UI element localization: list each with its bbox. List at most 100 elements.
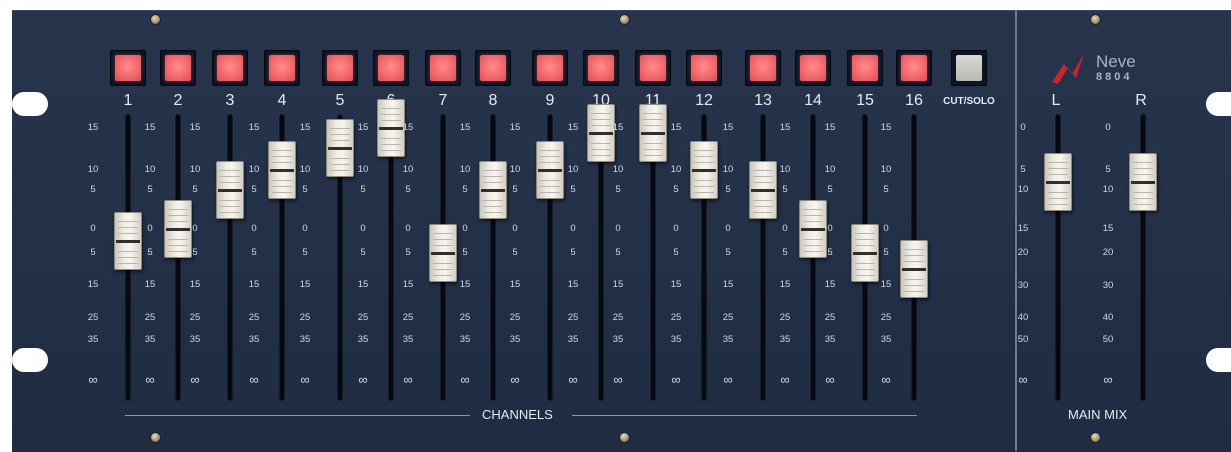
cap-rib — [220, 170, 240, 171]
scale-mark: 5 — [192, 247, 198, 258]
scale-mark: 15 — [402, 279, 414, 290]
scale-mark: ∞ — [249, 372, 259, 387]
channel-8-fader-slot — [491, 115, 495, 400]
cap-rib — [694, 162, 714, 163]
button-lens — [217, 55, 243, 81]
main-mix-scale-mark: 15 — [1102, 223, 1114, 234]
cap-rib — [381, 144, 401, 145]
cap-rib — [694, 150, 714, 151]
channel-11-button[interactable] — [635, 50, 671, 86]
cap-index-line — [270, 169, 294, 172]
scale-mark: ∞ — [568, 372, 578, 387]
scale-mark: 15 — [567, 279, 579, 290]
screw-icon — [620, 433, 629, 442]
channel-14-label: 14 — [804, 92, 822, 109]
channel-4-label: 4 — [277, 92, 287, 109]
cap-rib — [272, 156, 292, 157]
cap-rib — [330, 140, 350, 141]
scale-mark: 5 — [302, 184, 308, 195]
channel-11-fader-cap[interactable] — [639, 104, 667, 162]
button-lens — [269, 55, 295, 81]
scale-mark: 15 — [880, 279, 892, 290]
main-mix-scale-mark: 10 — [1017, 184, 1029, 195]
channel-10-button[interactable] — [583, 50, 619, 86]
cap-rib — [118, 227, 138, 228]
main-mix-left-label: L — [1051, 92, 1061, 109]
scale-mark: 0 — [883, 223, 889, 234]
channel-14-button[interactable] — [795, 50, 831, 86]
scale-mark: 35 — [670, 334, 682, 345]
button-lens — [800, 55, 826, 81]
scale-mark: ∞ — [723, 372, 733, 387]
scale-mark: 15 — [824, 279, 836, 290]
channel-9-button[interactable] — [532, 50, 568, 86]
channel-1-fader-cap[interactable] — [114, 212, 142, 270]
channel-1-button[interactable] — [110, 50, 146, 86]
scale-mark: 35 — [779, 334, 791, 345]
scale-mark: 10 — [509, 164, 521, 175]
cap-rib — [483, 200, 503, 201]
scale-mark: 5 — [360, 184, 366, 195]
cap-rib — [433, 269, 453, 270]
cap-rib — [330, 158, 350, 159]
scale-mark: ∞ — [613, 372, 623, 387]
cap-rib — [753, 170, 773, 171]
scale-mark: 15 — [299, 279, 311, 290]
channel-4-button[interactable] — [264, 50, 300, 86]
main-mix-scale-mark: 50 — [1017, 334, 1029, 345]
main-mix-right-fader-cap[interactable] — [1129, 153, 1157, 211]
cap-rib — [1048, 162, 1068, 163]
scale-mark: 0 — [462, 223, 468, 234]
scale-mark: 0 — [827, 223, 833, 234]
cut-solo-button[interactable] — [951, 50, 987, 86]
channel-2-button[interactable] — [160, 50, 196, 86]
scale-mark: 25 — [612, 312, 624, 323]
channel-15-label: 15 — [856, 92, 874, 109]
screw-icon — [1091, 433, 1100, 442]
channel-3-fader-cap[interactable] — [216, 161, 244, 219]
channel-16-fader-cap[interactable] — [900, 240, 928, 298]
scale-mark: ∞ — [671, 372, 681, 387]
scale-mark: 15 — [880, 122, 892, 133]
scale-mark: 15 — [670, 279, 682, 290]
scale-mark: 35 — [144, 334, 156, 345]
scale-mark: 5 — [782, 247, 788, 258]
channel-6-fader-slot — [389, 115, 393, 400]
channel-12-button[interactable] — [686, 50, 722, 86]
cap-rib — [433, 233, 453, 234]
scale-mark: 35 — [87, 334, 99, 345]
channel-8-button[interactable] — [475, 50, 511, 86]
main-mix-scale-mark: 50 — [1102, 334, 1114, 345]
cap-rib — [1133, 192, 1153, 193]
cap-rib — [540, 150, 560, 151]
channel-12-fader-cap[interactable] — [690, 141, 718, 199]
channel-10-fader-cap[interactable] — [587, 104, 615, 162]
channels-rule-left — [125, 415, 470, 416]
channel-5-label: 5 — [335, 92, 345, 109]
cap-rib — [694, 156, 714, 157]
scale-mark: 5 — [462, 184, 468, 195]
cap-index-line — [328, 147, 352, 150]
rack-hole-top-right — [1206, 92, 1231, 116]
cap-rib — [118, 251, 138, 252]
cap-rib — [381, 120, 401, 121]
scale-mark: 25 — [722, 312, 734, 323]
channel-15-button[interactable] — [847, 50, 883, 86]
cap-rib — [803, 209, 823, 210]
channel-12-label: 12 — [695, 92, 713, 109]
scale-mark: 25 — [779, 312, 791, 323]
main-mix-left-fader-cap[interactable] — [1044, 153, 1072, 211]
channel-16-button[interactable] — [896, 50, 932, 86]
cap-rib — [483, 212, 503, 213]
channel-5-button[interactable] — [322, 50, 358, 86]
channel-6-button[interactable] — [373, 50, 409, 86]
cap-rib — [855, 275, 875, 276]
scale-mark: 15 — [189, 122, 201, 133]
channel-13-button[interactable] — [745, 50, 781, 86]
scale-mark: 5 — [673, 184, 679, 195]
channel-7-label: 7 — [438, 92, 448, 109]
scale-mark: 35 — [880, 334, 892, 345]
channel-7-button[interactable] — [425, 50, 461, 86]
cap-rib — [1048, 174, 1068, 175]
channel-3-button[interactable] — [212, 50, 248, 86]
